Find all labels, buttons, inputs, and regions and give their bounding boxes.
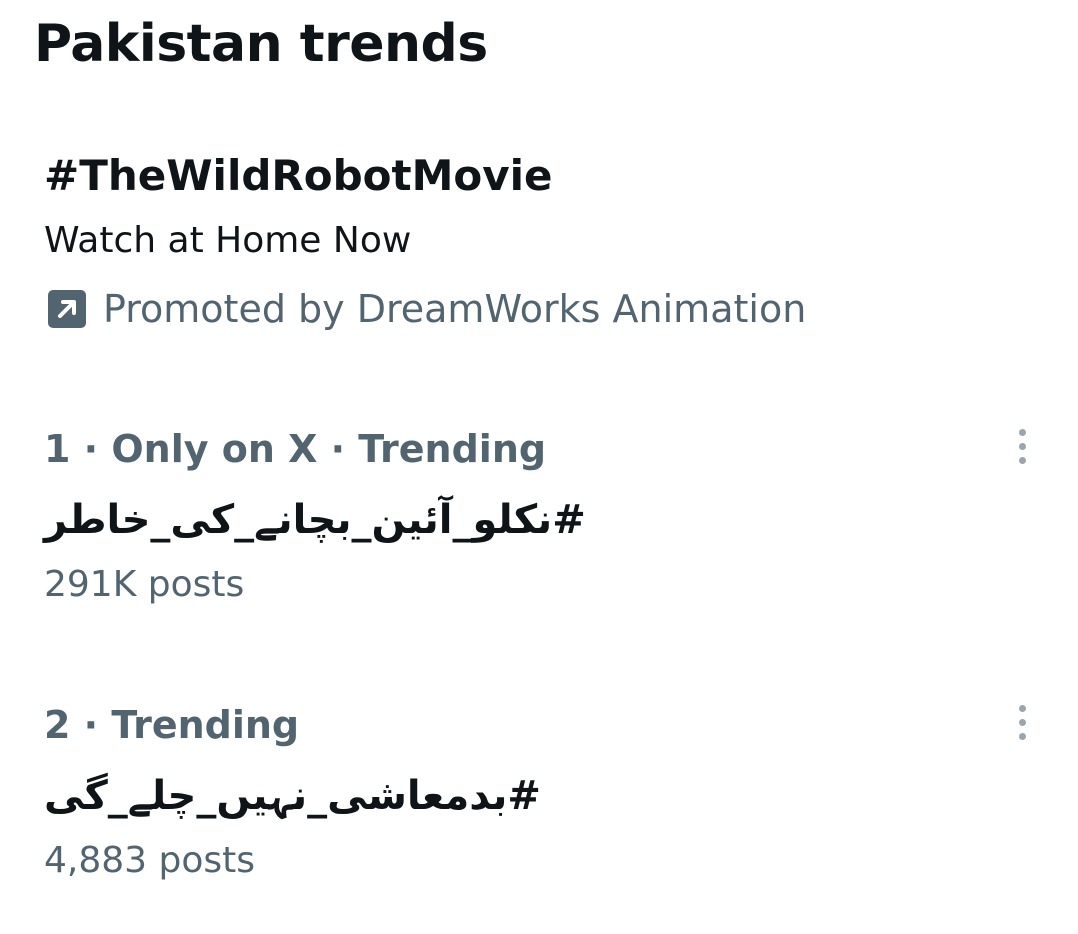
promoted-trend-subtitle: Watch at Home Now [44, 220, 412, 261]
trend-name[interactable]: #بدمعاشی_نہیں_چلے_گی [44, 766, 541, 826]
more-vertical-icon-dot [1018, 732, 1026, 740]
promoted-by-line[interactable]: Promoted by DreamWorks Animation [44, 286, 1044, 332]
promoted-trend[interactable]: #TheWildRobotMovie Watch at Home Now Pro… [44, 148, 1044, 332]
page-title: Pakistan trends [34, 14, 488, 74]
trend-meta: 1 · Only on X · Trending [44, 427, 547, 471]
trend-meta: 2 · Trending [44, 703, 300, 747]
more-vertical-icon [1018, 704, 1026, 712]
more-options-button[interactable] [1000, 424, 1044, 468]
more-vertical-icon [1018, 428, 1026, 436]
trend-post-count: 4,883 posts [44, 840, 256, 881]
trend-post-count: 291K posts [44, 564, 245, 605]
more-vertical-icon-dot [1018, 456, 1026, 464]
more-options-button[interactable] [1000, 700, 1044, 744]
trend-item[interactable]: 1 · Only on X · Trending #نکلو_آئین_بچان… [44, 424, 1044, 608]
more-vertical-icon-dot [1018, 718, 1026, 726]
promoted-trend-title[interactable]: #TheWildRobotMovie [44, 148, 1044, 204]
trend-name[interactable]: #نکلو_آئین_بچانے_کی_خاطر [44, 490, 586, 550]
trend-item[interactable]: 2 · Trending #بدمعاشی_نہیں_چلے_گی 4,883 … [44, 700, 1044, 884]
more-vertical-icon-dot [1018, 442, 1026, 450]
promoted-arrow-icon [47, 289, 87, 329]
promoted-by-label: Promoted by DreamWorks Animation [103, 287, 807, 331]
